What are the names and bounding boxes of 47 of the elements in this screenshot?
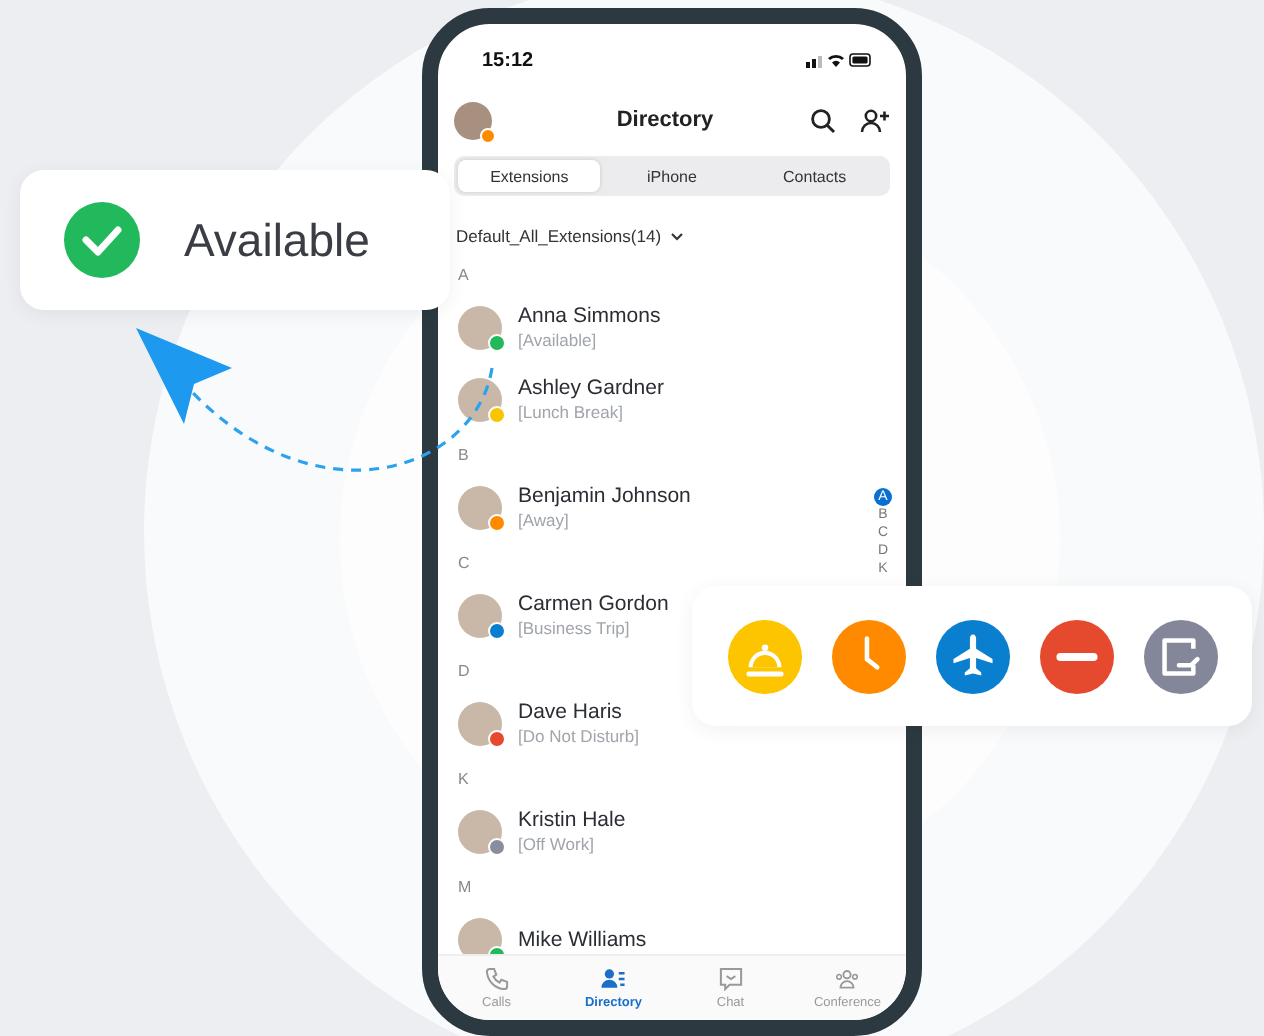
checkmark-icon — [64, 202, 140, 278]
clock-icon[interactable] — [831, 619, 905, 693]
contact-name[interactable]: Dave Haris — [518, 700, 639, 726]
contact-name[interactable]: Kristin Hale — [518, 808, 626, 834]
contacts-icon — [600, 966, 627, 992]
airplane-icon[interactable] — [935, 619, 1009, 693]
exit-icon[interactable] — [1143, 619, 1217, 693]
avatar — [458, 306, 502, 350]
status-icons — [806, 52, 874, 68]
contact-status: [Available] — [518, 330, 599, 352]
contact-status: [Do Not Disturb] — [518, 726, 639, 748]
section-letter: B — [456, 443, 469, 467]
contact-name[interactable]: Benjamin Johnson — [518, 484, 691, 510]
contact-status: [Lunch Break] — [518, 402, 625, 424]
section-letter: K — [456, 767, 469, 791]
contact-name[interactable]: Anna Simmons — [518, 304, 661, 330]
group-icon — [834, 966, 861, 992]
segment-tab[interactable]: iPhone — [600, 160, 744, 192]
chat-bubble-icon — [717, 966, 744, 992]
add-person-icon[interactable] — [860, 107, 890, 133]
contact-name[interactable]: Carmen Gordon — [518, 592, 669, 618]
avatar — [458, 594, 502, 638]
profile-avatar[interactable] — [454, 101, 492, 139]
avatar — [458, 918, 502, 954]
search-icon[interactable] — [810, 107, 836, 133]
page-title: Directory — [614, 108, 716, 132]
contact-status: [Business Trip] — [518, 618, 632, 640]
phone-icon — [483, 966, 510, 992]
chevron-down-icon — [669, 231, 684, 241]
section-letter: D — [456, 659, 470, 683]
contact-status: [Off Work] — [518, 834, 596, 856]
contact-name[interactable]: Ashley Gardner — [518, 376, 664, 402]
section-letter: A — [456, 263, 469, 287]
status-time: 15:12 — [482, 49, 534, 71]
contact-name[interactable]: Mike Williams — [518, 927, 647, 953]
segment-tab[interactable]: Contacts — [743, 160, 886, 192]
section-letter: C — [456, 551, 470, 575]
contact-status: [Away] — [518, 510, 571, 532]
status-label: Available — [184, 213, 370, 267]
avatar — [458, 702, 502, 746]
minus-icon[interactable] — [1039, 619, 1113, 693]
segment-tab[interactable]: Extensions — [458, 160, 601, 192]
group-dropdown[interactable]: Default_All_Extensions(14) — [456, 216, 684, 256]
section-letter: M — [456, 875, 472, 899]
avatar — [458, 378, 502, 422]
avatar — [458, 486, 502, 530]
avatar — [458, 810, 502, 854]
